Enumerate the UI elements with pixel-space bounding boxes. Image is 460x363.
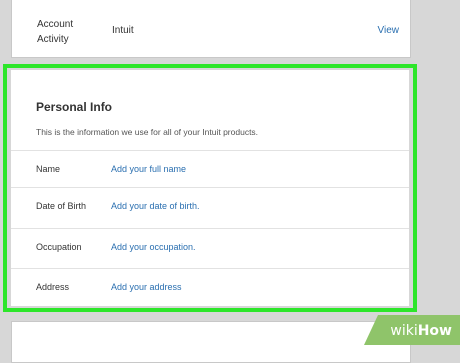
view-link[interactable]: View bbox=[378, 25, 400, 36]
account-activity-value: Intuit bbox=[112, 25, 134, 36]
watermark-text: wikiHow bbox=[390, 323, 452, 339]
wikihow-watermark: wikiHow bbox=[364, 315, 460, 345]
next-card bbox=[11, 321, 411, 363]
account-activity-card: Account Activity Intuit View bbox=[11, 0, 411, 58]
account-activity-label: Account Activity bbox=[37, 19, 74, 45]
highlight-box bbox=[3, 64, 417, 312]
